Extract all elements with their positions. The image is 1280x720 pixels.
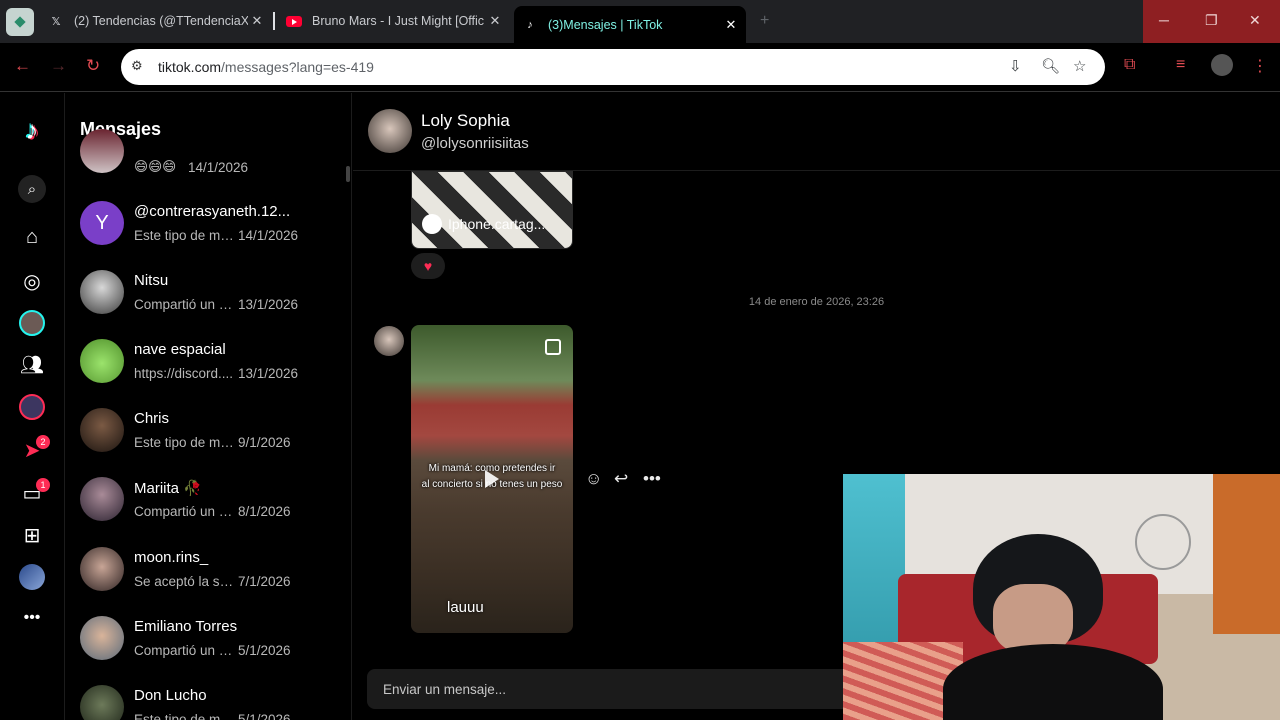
following-avatar-icon[interactable] [19, 310, 45, 336]
shared-card-label: Iphone.cartag... [448, 216, 546, 232]
sender-avatar[interactable] [374, 326, 404, 356]
more-icon[interactable]: ••• [19, 605, 45, 631]
activity-badge: 2 [36, 435, 50, 449]
restore-icon[interactable]: ❐ [1205, 12, 1218, 29]
chat-contact-username[interactable]: @lolysonriisiitas [421, 135, 529, 152]
avatar [80, 339, 124, 383]
window-controls: ─ ❐ ✕ [1143, 0, 1280, 43]
extensions-icon[interactable]: ⧉ [1124, 56, 1135, 74]
webcam-overlay [843, 474, 1280, 720]
tab-search-button[interactable] [6, 8, 34, 36]
address-bar[interactable]: ⚙ tiktok.com/messages?lang=es-419 ⇩ 🔍︎ ☆ [121, 49, 1105, 85]
url-path: /messages?lang=es-419 [221, 59, 374, 75]
webcam-door [1213, 474, 1280, 634]
shared-video-card[interactable]: Iphone.cartag... [411, 171, 573, 249]
install-app-icon[interactable]: ⇩ [1009, 57, 1022, 75]
tab-youtube[interactable]: Bruno Mars - I Just Might [Offic ✕ [278, 6, 510, 36]
reply-icon[interactable]: ↩ [614, 469, 628, 489]
tiktok-icon: ♪ [527, 18, 533, 31]
browser-menu-icon[interactable]: ⋮ [1252, 56, 1268, 76]
avatar [80, 408, 124, 452]
zoom-icon[interactable]: 🔍︎ [1041, 57, 1060, 75]
x-logo-icon: 𝕏 [51, 15, 61, 28]
minimize-icon[interactable]: ─ [1159, 12, 1169, 28]
tab-twitter[interactable]: 𝕏 (2) Tendencias (@TTendenciaX ✕ [40, 6, 272, 36]
back-icon[interactable]: ← [14, 56, 31, 76]
conversation-item[interactable]: Nitsu Compartió un vi... 13/1/2026 [80, 262, 350, 322]
site-info-icon[interactable]: ⚙ [131, 58, 147, 74]
conversation-item[interactable]: Mariita 🥀 Compartió un vi... 8/1/2026 [80, 469, 350, 529]
close-tab-icon[interactable]: ✕ [248, 13, 266, 29]
webcam-fan [1135, 514, 1191, 570]
play-icon[interactable] [485, 470, 499, 488]
reload-icon[interactable]: ↻ [86, 56, 100, 76]
avatar [80, 616, 124, 660]
date-separator: 14 de enero de 2026, 23:26 [748, 296, 885, 308]
conversation-item[interactable]: Chris Este tipo de men... 9/1/2026 [80, 400, 350, 460]
conversation-list: Mensajes 😄😄😄 14/1/2026 Y @contrerasyanet… [66, 93, 352, 720]
chat-contact-name[interactable]: Loly Sophia [421, 111, 510, 131]
expand-icon[interactable] [545, 339, 561, 355]
chat-header: Loly Sophia @lolysonriisiitas [353, 93, 1280, 171]
avatar [80, 685, 124, 720]
live-avatar-icon[interactable] [19, 394, 45, 420]
more-options-icon[interactable]: ••• [643, 469, 661, 489]
explore-compass-icon[interactable]: ◎ [19, 268, 45, 294]
chat-avatar[interactable] [368, 109, 412, 153]
url-host: tiktok.com [158, 59, 222, 75]
new-tab-button[interactable]: + [760, 12, 769, 30]
tiktok-logo-icon[interactable]: ♪ [19, 115, 45, 145]
conversation-item[interactable]: Y @contrerasyaneth.12... Este tipo de me… [80, 193, 350, 253]
profile-avatar-icon[interactable] [19, 564, 45, 590]
search-icon[interactable]: ⌕ [18, 175, 46, 203]
tiktok-nav-rail: ♪ ⌕ ⌂ ◎ 👥︎ ➤ 2 ▭ 1 ⊞ ••• [0, 93, 65, 720]
profile-avatar[interactable] [1211, 54, 1233, 76]
upload-icon[interactable]: ⊞ [19, 522, 45, 548]
friends-icon[interactable]: 👥︎ [19, 352, 45, 378]
conversation-item[interactable]: Don Lucho Este tipo de men... 5/1/2026 [80, 677, 350, 720]
avatar [80, 477, 124, 521]
tab-divider [273, 12, 275, 30]
conversation-item[interactable]: Emiliano Torres Compartió un vi... 5/1/2… [80, 608, 350, 668]
close-tab-icon[interactable]: ✕ [722, 17, 740, 33]
tab-tiktok-active[interactable]: ♪ (3)Mensajes | TikTok ✕ [514, 6, 746, 43]
conversation-item[interactable]: moon.rins_ Se aceptó la soli... 7/1/2026 [80, 539, 350, 599]
avatar [80, 129, 124, 173]
browser-toolbar: ← → ↻ ⚙ tiktok.com/messages?lang=es-419 … [0, 43, 1280, 92]
close-tab-icon[interactable]: ✕ [486, 13, 504, 29]
creator-avatar-icon [422, 214, 442, 234]
bookmark-star-icon[interactable]: ☆ [1073, 57, 1086, 75]
forward-icon[interactable]: → [50, 56, 67, 76]
messages-badge: 1 [36, 478, 50, 492]
video-caption: lauuu [447, 599, 484, 616]
browser-tab-bar: 𝕏 (2) Tendencias (@TTendenciaX ✕ Bruno M… [0, 0, 1280, 43]
heart-icon: ♥ [423, 258, 433, 274]
media-controls-icon[interactable]: ≡ [1176, 56, 1185, 74]
heart-reaction[interactable]: ♥ [411, 253, 445, 279]
tab-search-icon [14, 16, 26, 28]
avatar: Y [80, 201, 124, 245]
shared-video-message[interactable]: Mi mamá: como pretendes ir al concierto … [411, 325, 573, 633]
youtube-icon [286, 13, 302, 29]
avatar [80, 547, 124, 591]
close-window-icon[interactable]: ✕ [1249, 12, 1261, 29]
home-icon[interactable]: ⌂ [19, 224, 45, 250]
conversation-item[interactable]: nave espacial https://discord.... 13/1/2… [80, 331, 350, 391]
add-reaction-icon[interactable]: ☺ [585, 469, 602, 489]
conversation-scrollbar[interactable] [346, 166, 350, 182]
avatar [80, 270, 124, 314]
